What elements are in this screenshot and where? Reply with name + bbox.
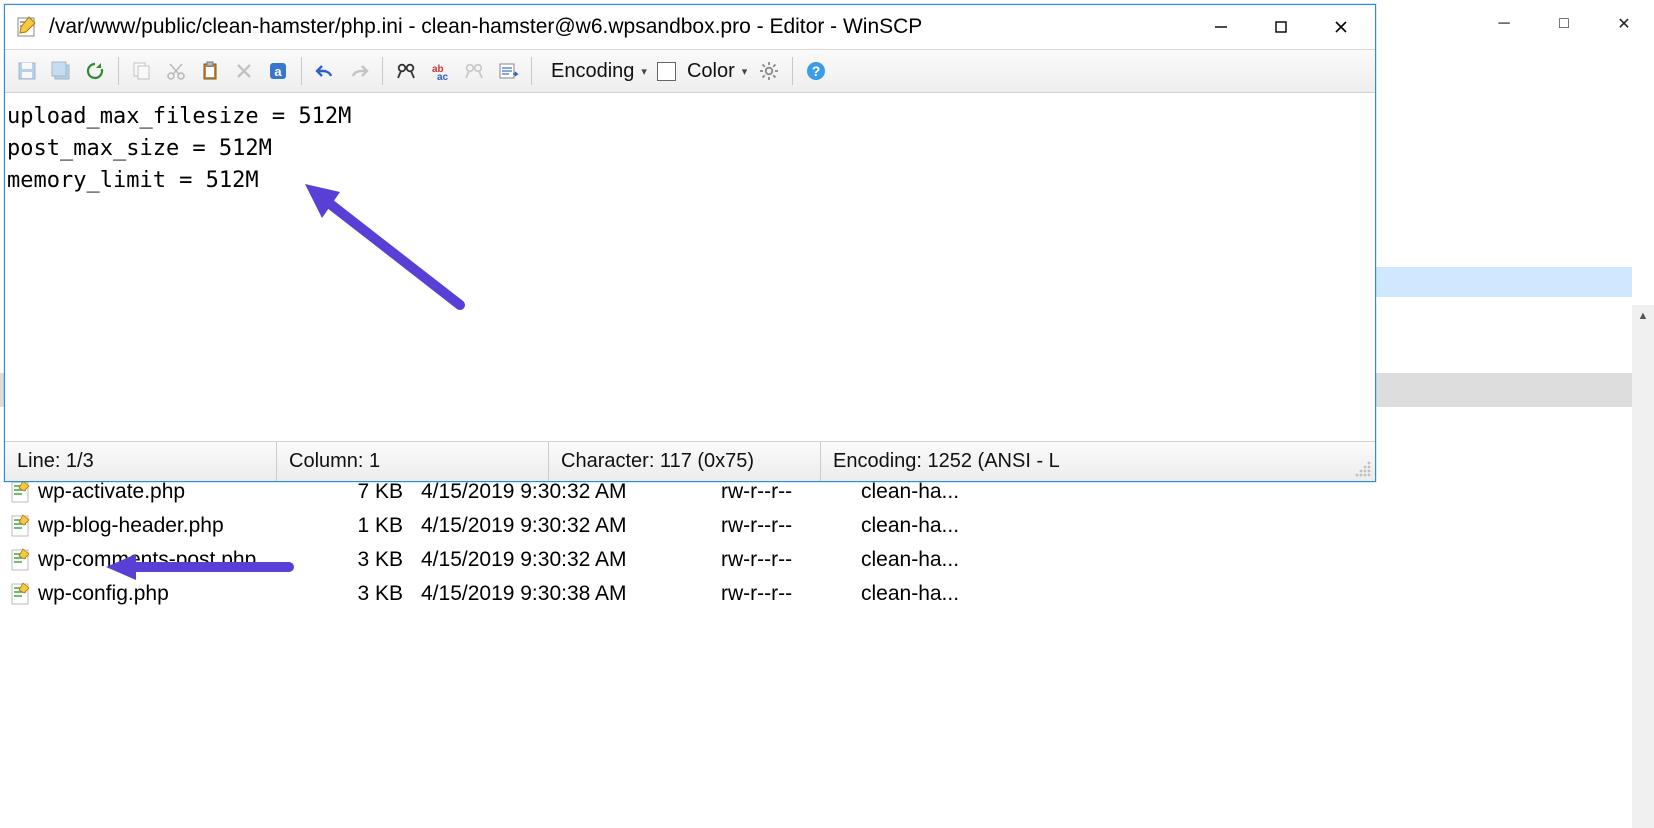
redo-icon[interactable] <box>343 55 375 87</box>
file-owner: clean-ha... <box>855 514 995 538</box>
file-type-icon <box>10 582 32 606</box>
app-icon <box>15 15 39 39</box>
copy-icon[interactable] <box>126 55 158 87</box>
save-icon[interactable] <box>11 55 43 87</box>
chevron-down-icon: ▾ <box>641 65 647 78</box>
status-character: Character: 117 (0x75) <box>549 442 821 481</box>
file-date: 4/15/2019 9:30:32 AM <box>415 514 715 538</box>
file-permissions: rw-r--r-- <box>715 582 855 606</box>
file-size: 3 KB <box>305 548 415 572</box>
file-date: 4/15/2019 9:30:32 AM <box>415 548 715 572</box>
status-encoding: Encoding: 1252 (ANSI - L <box>821 442 1353 481</box>
scroll-up-icon[interactable]: ▲ <box>1632 305 1654 327</box>
toolbar-separator <box>382 57 383 85</box>
file-owner: clean-ha... <box>855 480 995 504</box>
file-permissions: rw-r--r-- <box>715 548 855 572</box>
status-column: Column: 1 <box>277 442 549 481</box>
file-name: wp-activate.php <box>38 480 185 504</box>
file-size: 7 KB <box>305 480 415 504</box>
table-row[interactable]: wp-comments-post.php 3 KB4/15/2019 9:30:3… <box>0 543 1654 577</box>
toolbar-separator <box>531 57 532 85</box>
chevron-down-icon: ▾ <box>742 65 748 78</box>
maximize-button[interactable] <box>1251 8 1311 46</box>
file-owner: clean-ha... <box>855 582 995 606</box>
svg-text:ac: ac <box>437 72 449 82</box>
host-maximize-button[interactable]: □ <box>1534 2 1594 46</box>
help-icon[interactable]: ? <box>800 55 832 87</box>
color-swatch-icon <box>657 62 676 81</box>
file-name: wp-blog-header.php <box>38 514 224 538</box>
delete-icon[interactable] <box>228 55 260 87</box>
minimize-button[interactable] <box>1191 8 1251 46</box>
find-next-icon[interactable] <box>458 55 490 87</box>
file-name: wp-config.php <box>38 582 169 606</box>
file-date: 4/15/2019 9:30:38 AM <box>415 582 715 606</box>
resize-grip-icon[interactable] <box>1353 459 1373 479</box>
cut-icon[interactable] <box>160 55 192 87</box>
toolbar-separator <box>792 57 793 85</box>
file-type-icon <box>10 480 32 504</box>
host-minimize-button[interactable]: ─ <box>1474 2 1534 46</box>
file-type-icon <box>10 514 32 538</box>
host-selection-stripe <box>1370 267 1632 297</box>
file-type-icon <box>10 548 32 572</box>
toolbar-separator <box>301 57 302 85</box>
select-all-icon[interactable]: a <box>262 55 294 87</box>
paste-icon[interactable] <box>194 55 226 87</box>
settings-icon[interactable] <box>753 55 785 87</box>
table-row[interactable]: wp-config.php 3 KB4/15/2019 9:30:38 AMrw-… <box>0 577 1654 611</box>
editor-titlebar[interactable]: /var/www/public/clean-hamster/php.ini - … <box>5 5 1375 49</box>
file-owner: clean-ha... <box>855 548 995 572</box>
file-permissions: rw-r--r-- <box>715 514 855 538</box>
editor-content: upload_max_filesize = 512M post_max_size… <box>7 101 1373 197</box>
status-line: Line: 1/3 <box>5 442 277 481</box>
host-close-button[interactable]: ✕ <box>1594 2 1654 46</box>
replace-icon[interactable]: abac <box>424 55 456 87</box>
color-label: Color <box>679 60 739 83</box>
toolbar-separator <box>118 57 119 85</box>
color-menu[interactable]: Color ▾ <box>653 60 751 83</box>
scrollbar[interactable]: ▲ <box>1632 305 1654 828</box>
file-size: 1 KB <box>305 514 415 538</box>
encoding-label: Encoding <box>543 60 638 83</box>
editor-window: /var/www/public/clean-hamster/php.ini - … <box>4 4 1376 482</box>
host-titlebar: ─ □ ✕ <box>1374 0 1654 48</box>
reload-icon[interactable] <box>79 55 111 87</box>
find-icon[interactable] <box>390 55 422 87</box>
file-date: 4/15/2019 9:30:32 AM <box>415 480 715 504</box>
editor-statusbar: Line: 1/3 Column: 1 Character: 117 (0x75… <box>5 441 1375 481</box>
undo-icon[interactable] <box>309 55 341 87</box>
save-all-icon[interactable] <box>45 55 77 87</box>
table-row[interactable]: wp-blog-header.php 1 KB4/15/2019 9:30:32 … <box>0 509 1654 543</box>
editor-title: /var/www/public/clean-hamster/php.ini - … <box>49 15 1191 39</box>
file-size: 3 KB <box>305 582 415 606</box>
svg-text:?: ? <box>812 63 821 79</box>
svg-text:a: a <box>274 64 282 79</box>
editor-text-area[interactable]: upload_max_filesize = 512M post_max_size… <box>5 93 1375 441</box>
file-name: wp-comments-post.php <box>38 548 256 572</box>
encoding-menu[interactable]: Encoding ▾ <box>539 60 651 83</box>
editor-toolbar: a abac Encoding ▾ Color ▾ ? <box>5 49 1375 93</box>
file-permissions: rw-r--r-- <box>715 480 855 504</box>
close-button[interactable] <box>1311 8 1371 46</box>
goto-icon[interactable] <box>492 55 524 87</box>
